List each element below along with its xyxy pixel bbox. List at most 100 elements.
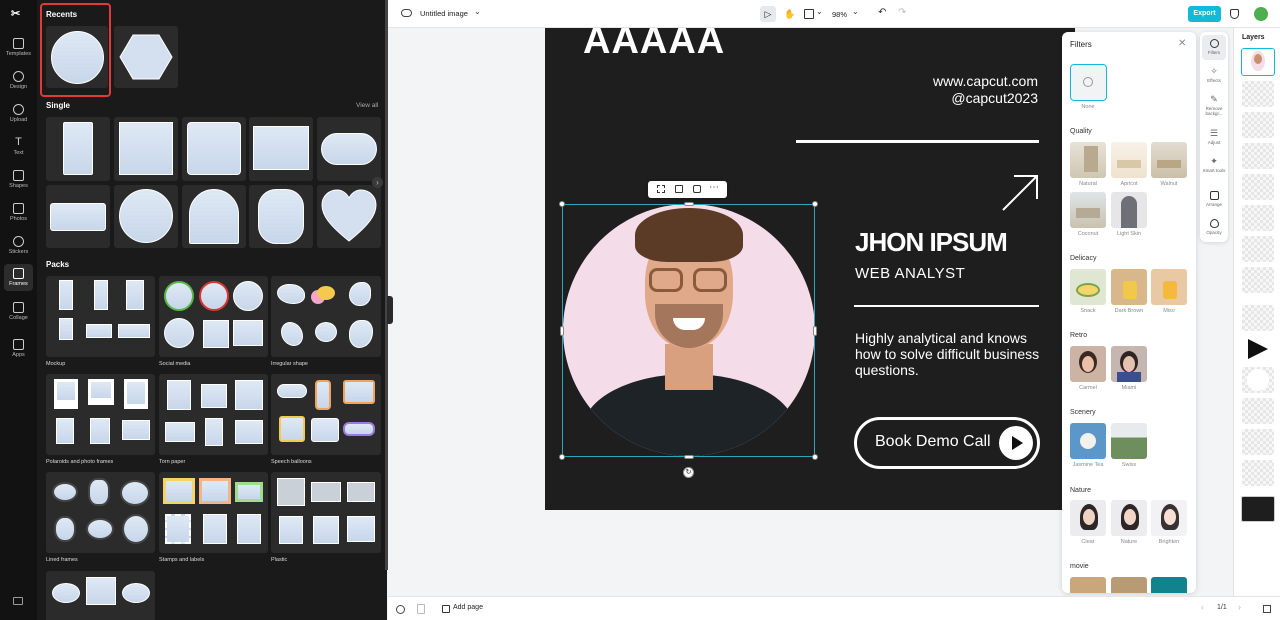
- duplicate-icon[interactable]: [693, 185, 701, 193]
- canvas-headline[interactable]: AAAAA: [583, 28, 725, 63]
- trash-icon[interactable]: [417, 604, 425, 614]
- pack-more[interactable]: [46, 571, 155, 620]
- canvas-role[interactable]: WEB ANALYST: [855, 265, 965, 282]
- pack-torn-paper[interactable]: [159, 374, 268, 455]
- canvas-name[interactable]: JHON IPSUM: [855, 227, 1008, 258]
- filter-natural[interactable]: [1070, 142, 1106, 178]
- next-page-icon[interactable]: ›: [1238, 602, 1241, 612]
- filter-miso[interactable]: [1151, 269, 1187, 305]
- selection-box[interactable]: [562, 204, 815, 457]
- fullscreen-icon[interactable]: [1263, 605, 1271, 613]
- notes-icon[interactable]: [396, 605, 405, 614]
- filter-snack[interactable]: [1070, 269, 1106, 305]
- pack-plastic[interactable]: [271, 472, 381, 553]
- canvas-handle[interactable]: @capcut2023: [951, 90, 1038, 106]
- tool-remove-background[interactable]: ✎ Remove backgr...: [1200, 95, 1228, 117]
- layer-circle[interactable]: [1242, 367, 1274, 393]
- select-tool-button[interactable]: ▷: [760, 6, 776, 22]
- layer-item[interactable]: [1242, 267, 1274, 293]
- pack-lined-frames[interactable]: [46, 472, 155, 553]
- capcut-logo[interactable]: ✂: [11, 7, 25, 20]
- single-frame-tile[interactable]: [249, 117, 313, 181]
- nav-text[interactable]: T Text: [0, 137, 37, 157]
- chevron-down-icon[interactable]: ⌄: [852, 7, 859, 16]
- filter-movie-2[interactable]: [1111, 577, 1147, 593]
- single-frame-tile[interactable]: [317, 185, 381, 248]
- nav-frames[interactable]: Frames: [4, 264, 33, 291]
- layer-item[interactable]: [1242, 236, 1274, 262]
- divider-line[interactable]: [796, 140, 1039, 143]
- single-frame-tile[interactable]: [182, 185, 246, 248]
- nav-stickers[interactable]: Stickers: [0, 236, 37, 255]
- resize-icon[interactable]: [804, 9, 814, 19]
- resize-handle[interactable]: [684, 202, 694, 206]
- filter-none[interactable]: [1070, 64, 1107, 101]
- divider-line[interactable]: [854, 305, 1039, 307]
- chevron-down-icon[interactable]: ⌄: [816, 7, 823, 16]
- resize-handle[interactable]: [559, 201, 565, 207]
- export-button[interactable]: Export: [1188, 6, 1221, 22]
- layer-play-icon[interactable]: [1242, 336, 1274, 362]
- book-demo-button[interactable]: Book Demo Call: [854, 417, 1040, 469]
- nav-upload[interactable]: Upload: [0, 104, 37, 123]
- collapse-panel-handle[interactable]: [387, 296, 393, 324]
- nav-photos[interactable]: Photos: [0, 203, 37, 222]
- single-frame-tile[interactable]: [317, 117, 381, 181]
- layer-item[interactable]: [1242, 81, 1274, 107]
- resize-handle[interactable]: [684, 455, 694, 459]
- nav-collage[interactable]: Collage: [0, 302, 37, 321]
- chevron-down-icon[interactable]: ⌄: [474, 7, 481, 16]
- pack-irregular-shape[interactable]: [271, 276, 381, 357]
- nav-templates[interactable]: Templates: [0, 38, 37, 57]
- layer-item[interactable]: [1242, 305, 1274, 331]
- hand-tool-icon[interactable]: ✋: [782, 6, 798, 22]
- filter-brighten[interactable]: [1151, 500, 1187, 536]
- filter-carmel[interactable]: [1070, 346, 1106, 382]
- canvas-website[interactable]: www.capcut.com: [933, 73, 1038, 89]
- nav-apps[interactable]: Apps: [0, 339, 37, 358]
- single-frame-tile[interactable]: [114, 185, 178, 248]
- tool-adjust[interactable]: ☰ Adjust: [1200, 129, 1228, 146]
- filter-miami[interactable]: [1111, 346, 1147, 382]
- filter-light-skin[interactable]: [1111, 192, 1147, 228]
- keyboard-shortcuts-icon[interactable]: [13, 597, 23, 605]
- filter-movie-3[interactable]: [1151, 577, 1187, 593]
- filter-clear[interactable]: [1070, 500, 1106, 536]
- filter-dark-brown[interactable]: [1111, 269, 1147, 305]
- canvas-description[interactable]: Highly analytical and knows how to solve…: [855, 330, 1045, 378]
- tool-arrange[interactable]: Arrange: [1200, 191, 1228, 207]
- pack-speech-balloons[interactable]: [271, 374, 381, 455]
- resize-handle[interactable]: [560, 326, 564, 336]
- more-options-icon[interactable]: ⋯: [709, 181, 719, 195]
- arrow-up-right-icon[interactable]: [1000, 173, 1040, 213]
- shield-icon[interactable]: [1230, 9, 1239, 19]
- filter-movie-1[interactable]: [1070, 577, 1106, 593]
- single-frame-tile[interactable]: [249, 185, 313, 248]
- tool-filters[interactable]: Filters: [1200, 39, 1228, 55]
- undo-icon[interactable]: ↶: [878, 7, 886, 18]
- layer-item[interactable]: [1242, 398, 1274, 424]
- recent-frame-circle[interactable]: [46, 26, 108, 88]
- resize-handle[interactable]: [813, 326, 817, 336]
- filter-nature[interactable]: [1111, 500, 1147, 536]
- layer-item[interactable]: [1242, 143, 1274, 169]
- pack-stamps-labels[interactable]: [159, 472, 268, 553]
- scroll-right-button[interactable]: ›: [372, 177, 383, 188]
- pack-social-media[interactable]: [159, 276, 268, 357]
- avatar[interactable]: [1254, 7, 1268, 21]
- tool-opacity[interactable]: Opacity: [1200, 219, 1228, 235]
- view-all-link[interactable]: View all: [356, 102, 378, 109]
- layer-item[interactable]: [1242, 174, 1274, 200]
- layer-background[interactable]: [1241, 496, 1275, 522]
- nav-design[interactable]: Design: [0, 71, 37, 90]
- nav-shapes[interactable]: Shapes: [0, 170, 37, 189]
- resize-handle[interactable]: [559, 454, 565, 460]
- cloud-save-icon[interactable]: [401, 9, 412, 17]
- layer-item[interactable]: [1242, 460, 1274, 486]
- add-page-icon[interactable]: [442, 605, 450, 613]
- prev-page-icon[interactable]: ‹: [1201, 602, 1204, 612]
- single-frame-tile[interactable]: [46, 117, 110, 181]
- document-title[interactable]: Untitled image: [420, 9, 468, 18]
- single-frame-tile[interactable]: [46, 185, 110, 248]
- filter-apricot[interactable]: [1111, 142, 1147, 178]
